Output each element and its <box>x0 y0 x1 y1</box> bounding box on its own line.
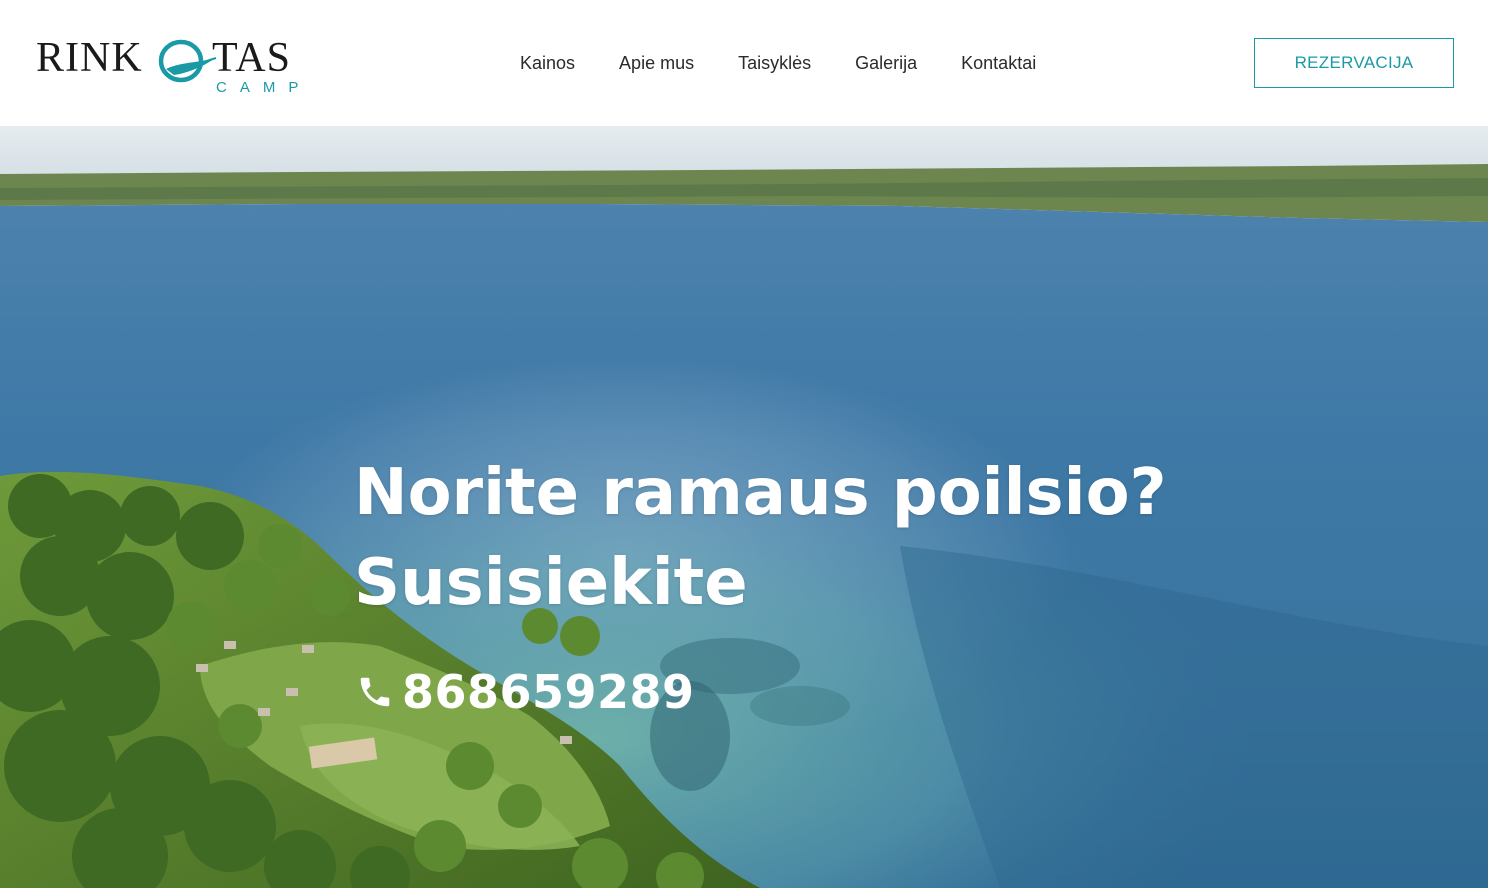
phone-icon <box>360 677 390 707</box>
logo[interactable]: RINK TAS CAMP <box>36 32 308 100</box>
main-nav: Kainos Apie mus Taisyklės Galerija Konta… <box>520 50 1036 76</box>
logo-subtitle: CAMP <box>216 79 312 96</box>
nav-item-galerija[interactable]: Galerija <box>855 50 917 76</box>
nav-item-kainos[interactable]: Kainos <box>520 50 575 76</box>
hero-heading: Norite ramaus poilsio? Susisiekite <box>354 448 1254 628</box>
logo-mark-icon <box>158 39 217 83</box>
hero-heading-line2: Susisiekite <box>354 546 748 620</box>
hero-heading-line1: Norite ramaus poilsio? <box>354 456 1167 530</box>
nav-item-kontaktai[interactable]: Kontaktai <box>961 50 1036 76</box>
logo-text-right: TAS <box>212 35 291 81</box>
phone-number[interactable]: 868659289 <box>402 664 695 720</box>
site-header: RINK TAS CAMP Kainos Apie mus Taisyklės … <box>0 0 1488 126</box>
nav-item-taisykles[interactable]: Taisyklės <box>738 50 811 76</box>
phone-link[interactable]: 868659289 <box>356 664 695 720</box>
reservation-button[interactable]: REZERVACIJA <box>1254 38 1454 88</box>
hero-section: Norite ramaus poilsio? Susisiekite 86865… <box>0 126 1488 888</box>
nav-item-apie-mus[interactable]: Apie mus <box>619 50 694 76</box>
logo-text-left: RINK <box>36 35 143 81</box>
